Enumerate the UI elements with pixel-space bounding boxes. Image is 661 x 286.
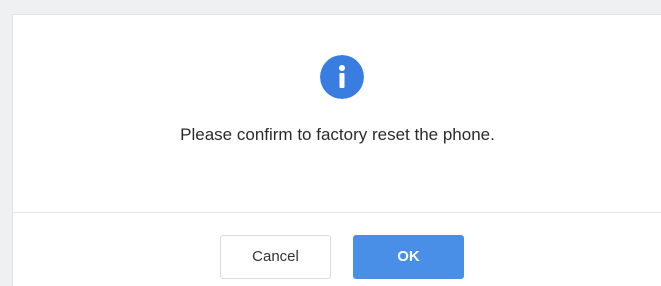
confirm-dialog: Please confirm to factory reset the phon… — [12, 14, 661, 286]
dialog-divider — [13, 212, 661, 213]
cancel-button[interactable]: Cancel — [220, 235, 331, 279]
info-icon — [320, 55, 364, 99]
ok-button[interactable]: OK — [353, 235, 464, 279]
confirm-message: Please confirm to factory reset the phon… — [180, 125, 495, 144]
